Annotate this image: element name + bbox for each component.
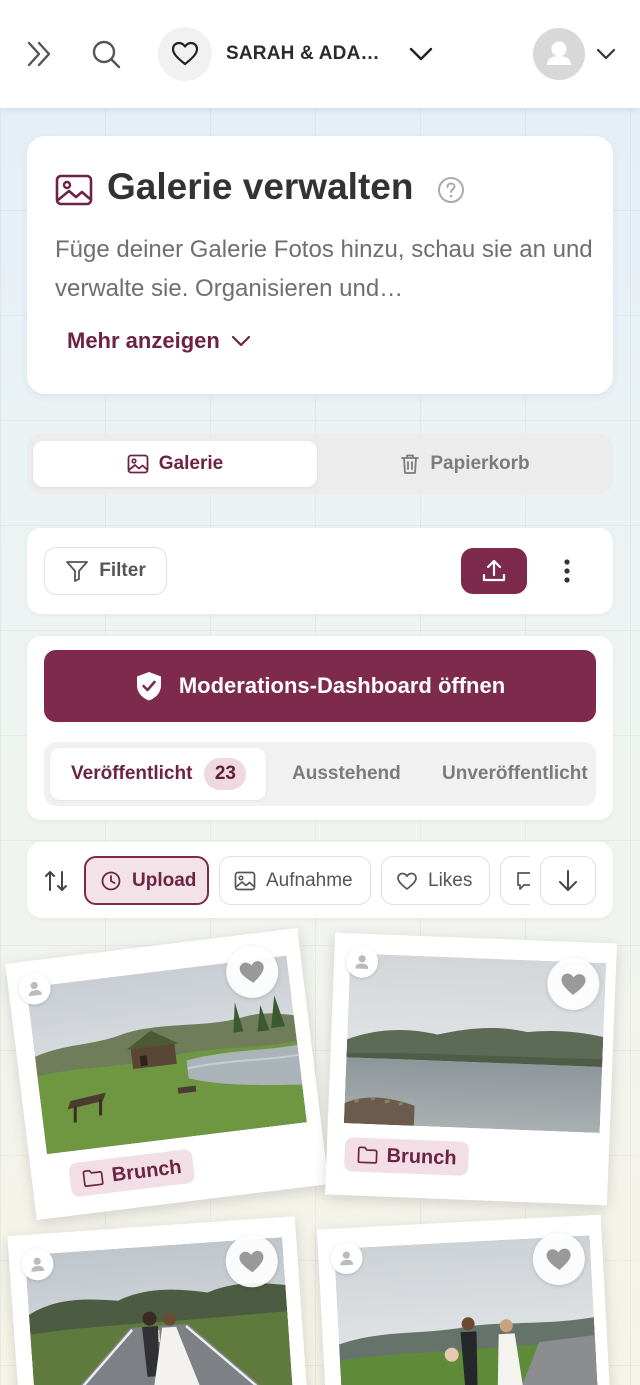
sort-chip-likes[interactable]: Likes xyxy=(381,856,490,905)
upload-icon xyxy=(482,559,506,582)
image-icon xyxy=(234,871,256,890)
show-more-button[interactable]: Mehr anzeigen xyxy=(67,328,252,354)
folder-icon xyxy=(82,1169,104,1187)
gallery-header-card: Galerie verwalten Füge deiner Galerie Fo… xyxy=(27,136,613,394)
chevron-down-icon xyxy=(595,43,617,65)
album-label: Brunch xyxy=(110,1155,183,1186)
album-tag[interactable]: Brunch xyxy=(343,1137,470,1176)
shield-check-icon xyxy=(136,672,161,701)
sort-chip-label: Aufnahme xyxy=(266,869,353,891)
event-selector[interactable]: SARAH & ADAM... xyxy=(158,27,434,81)
page-title: Galerie verwalten xyxy=(107,166,414,207)
chevron-down-icon xyxy=(408,41,434,67)
sort-chip-upload[interactable]: Upload xyxy=(84,856,209,905)
upload-button[interactable] xyxy=(461,548,527,594)
tab-published[interactable]: Veröffentlicht 23 xyxy=(50,748,266,800)
image-icon xyxy=(127,454,149,474)
avatar xyxy=(533,28,585,80)
tab-gallery[interactable]: Galerie xyxy=(33,441,317,487)
tab-pending[interactable]: Ausstehend xyxy=(292,748,401,800)
folder-icon xyxy=(357,1146,378,1164)
sort-icon[interactable] xyxy=(43,868,69,894)
event-name: SARAH & ADAM... xyxy=(226,43,386,64)
tab-pending-label: Ausstehend xyxy=(292,763,401,784)
page-description: Füge deiner Galerie Fotos hinzu, schau s… xyxy=(55,236,593,302)
album-label: Brunch xyxy=(386,1144,457,1170)
sort-chip-label: Upload xyxy=(132,869,197,891)
heart-icon xyxy=(561,973,586,995)
photo-card[interactable] xyxy=(7,1216,309,1385)
tab-trash[interactable]: Papierkorb xyxy=(323,441,607,487)
sort-chip-comments[interactable] xyxy=(500,856,530,905)
trash-icon xyxy=(401,454,420,474)
sort-direction-button[interactable] xyxy=(540,856,596,905)
top-bar: SARAH & ADAM... xyxy=(0,0,640,108)
gallery-trash-tabs: Galerie Papierkorb xyxy=(27,434,613,494)
sort-chips: Upload Aufnahme Likes xyxy=(84,856,530,906)
help-icon[interactable] xyxy=(437,176,465,204)
arrow-down-icon xyxy=(559,869,577,891)
sort-chip-capture[interactable]: Aufnahme xyxy=(219,856,371,905)
count-badge: 23 xyxy=(204,758,247,790)
heart-icon xyxy=(239,1250,264,1273)
filter-button[interactable]: Filter xyxy=(44,547,167,595)
sort-bar: Upload Aufnahme Likes xyxy=(27,842,613,918)
image-icon xyxy=(55,174,93,206)
tab-trash-label: Papierkorb xyxy=(430,453,530,474)
sort-chip-label: Likes xyxy=(428,869,473,891)
photo-card[interactable]: Brunch xyxy=(325,932,617,1206)
status-tabs: Veröffentlicht 23 Ausstehend Unveröffent… xyxy=(44,742,596,806)
clock-icon xyxy=(101,871,121,890)
filter-icon xyxy=(66,561,89,582)
search-icon[interactable] xyxy=(88,36,124,72)
expand-sidebar-icon[interactable] xyxy=(22,36,58,72)
tab-gallery-label: Galerie xyxy=(158,453,224,474)
chevron-down-icon xyxy=(231,335,250,347)
photo-card[interactable] xyxy=(316,1214,612,1385)
user-menu[interactable] xyxy=(533,28,617,80)
heart-icon xyxy=(239,961,264,983)
toolbar: Filter xyxy=(27,528,613,614)
heart-icon xyxy=(397,872,417,890)
tab-unpublished-label: Unveröffentlicht xyxy=(442,763,588,784)
more-options-icon[interactable] xyxy=(551,555,583,587)
tab-unpublished[interactable]: Unveröffentlicht xyxy=(442,748,588,800)
album-tag[interactable]: Brunch xyxy=(68,1148,196,1198)
moderation-card: Moderations-Dashboard öffnen Veröffentli… xyxy=(27,636,613,820)
moderation-dashboard-button[interactable]: Moderations-Dashboard öffnen xyxy=(44,650,596,722)
tab-published-label: Veröffentlicht xyxy=(71,763,193,784)
show-more-label: Mehr anzeigen xyxy=(67,328,220,353)
heart-icon xyxy=(158,27,212,81)
moderation-dashboard-label: Moderations-Dashboard öffnen xyxy=(178,673,506,698)
comment-icon xyxy=(517,871,530,890)
photo-card[interactable]: Brunch xyxy=(5,928,329,1220)
filter-label: Filter xyxy=(99,560,146,581)
heart-icon xyxy=(546,1248,571,1270)
